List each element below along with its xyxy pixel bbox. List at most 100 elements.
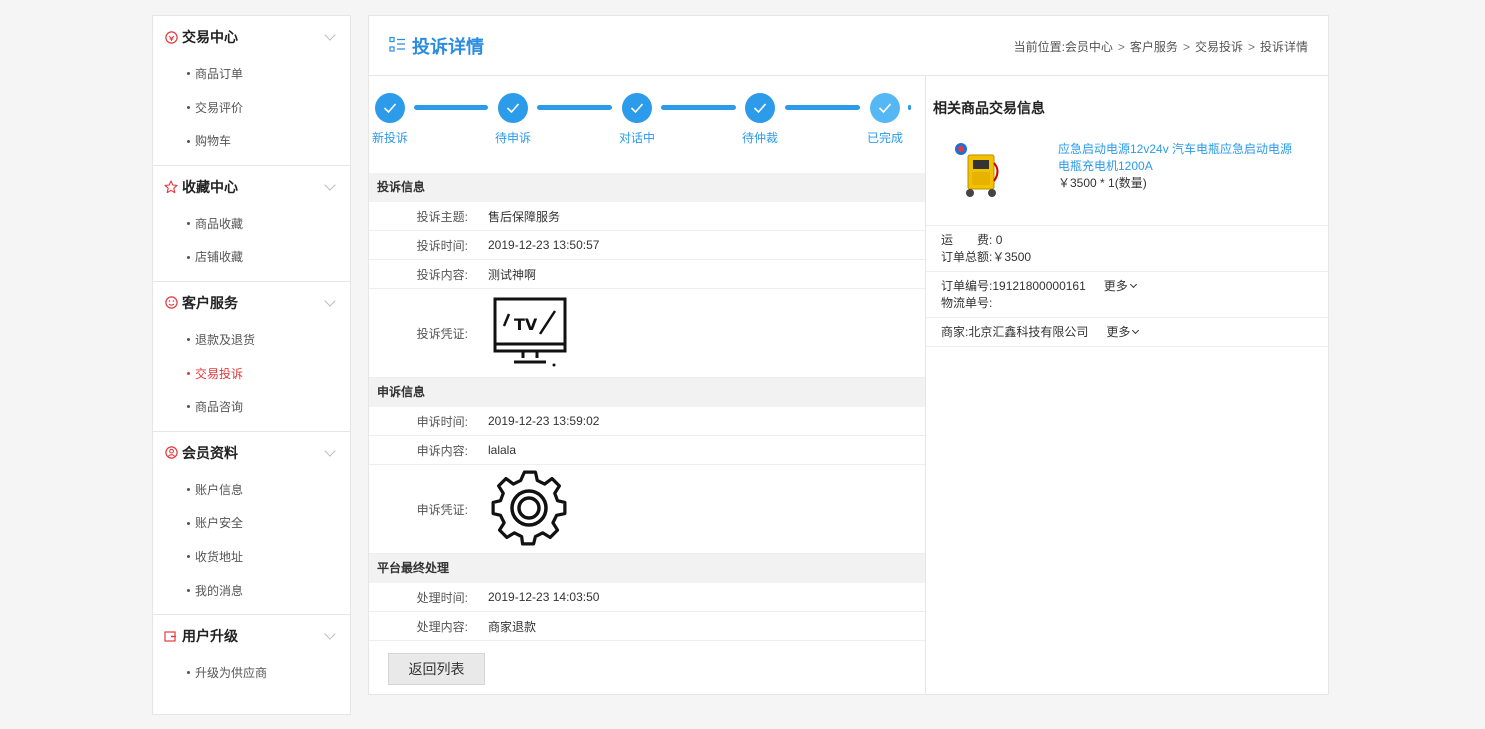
sidebar-item-reviews[interactable]: 交易评价 — [153, 92, 350, 126]
product-card: 应急启动电源12v24v 汽车电瓶应急启动电源电瓶充电机1200A ￥3500 … — [926, 131, 1329, 226]
sidebar-group-trade: 交易中心 商品订单 交易评价 购物车 — [153, 16, 350, 166]
chevron-down-icon[interactable] — [324, 295, 336, 307]
sidebar-item-consult[interactable]: 商品咨询 — [153, 391, 350, 425]
sidebar-group-favorites: 收藏中心 商品收藏 店铺收藏 — [153, 166, 350, 282]
sidebar-group-header[interactable]: 交易中心 — [153, 16, 350, 58]
step-dialog[interactable]: 对话中 — [607, 93, 667, 146]
sidebar-item-account-info[interactable]: 账户信息 — [153, 474, 350, 508]
shipping-fee: 0 — [995, 233, 1003, 247]
step-done[interactable]: 已完成 — [855, 93, 915, 146]
section-final-title: 平台最终处理 — [369, 554, 925, 583]
chevron-down-icon[interactable] — [324, 179, 336, 191]
final-time-row: 处理时间: 2019-12-23 14:03:50 — [369, 583, 925, 612]
sidebar-item-product-favorites[interactable]: 商品收藏 — [153, 208, 350, 242]
step-connector — [785, 105, 860, 110]
sidebar-group-profile: 会员资料 账户信息 账户安全 收货地址 我的消息 — [153, 432, 350, 616]
related-title: 相关商品交易信息 — [933, 100, 1045, 116]
complaint-subject: 售后保障服务 — [488, 209, 561, 224]
user-icon — [164, 446, 178, 460]
sidebar-item-orders[interactable]: 商品订单 — [153, 58, 350, 92]
appeal-evidence-row: 申诉凭证: — [369, 465, 925, 554]
sidebar-group-service: 客户服务 退款及退货 交易投诉 商品咨询 — [153, 282, 350, 432]
sidebar-item-upgrade-supplier[interactable]: 升级为供应商 — [153, 657, 350, 691]
tv-icon[interactable]: TV — [492, 294, 568, 373]
main-header: 投诉详情 当前位置:会员中心 > 客户服务 > 交易投诉 > 投诉详情 — [369, 16, 1328, 76]
section-appeal-title: 申诉信息 — [369, 378, 925, 407]
step-connector — [537, 105, 612, 110]
gear-icon[interactable] — [489, 468, 569, 551]
complaint-evidence-row: 投诉凭证: TV — [369, 289, 925, 378]
sidebar-item-account-security[interactable]: 账户安全 — [153, 507, 350, 541]
sidebar-group-title: 收藏中心 — [182, 178, 238, 195]
sidebar-group-header[interactable]: 客户服务 — [153, 282, 350, 324]
sidebar-item-messages[interactable]: 我的消息 — [153, 575, 350, 609]
list-detail-icon — [389, 36, 406, 56]
sidebar: 交易中心 商品订单 交易评价 购物车 收藏中心 商品收藏 店铺收藏 客户服务 退… — [152, 15, 351, 715]
order-total: ￥3500 — [992, 250, 1032, 264]
final-content-row: 处理内容: 商家退款 — [369, 612, 925, 641]
complaint-subject-row: 投诉主题: 售后保障服务 — [369, 202, 925, 231]
product-image[interactable] — [954, 141, 1004, 197]
breadcrumb-item: 投诉详情 — [1259, 40, 1308, 54]
sidebar-group-header[interactable]: 会员资料 — [153, 432, 350, 474]
check-icon — [622, 93, 652, 123]
step-new[interactable]: 新投诉 — [360, 93, 420, 146]
smile-icon — [164, 296, 178, 310]
sidebar-item-shop-favorites[interactable]: 店铺收藏 — [153, 241, 350, 275]
back-to-list-button[interactable]: 返回列表 — [388, 653, 485, 685]
main-panel: 投诉详情 当前位置:会员中心 > 客户服务 > 交易投诉 > 投诉详情 新投诉 待申诉 对话… — [368, 15, 1329, 695]
breadcrumb-item[interactable]: 客户服务 — [1130, 40, 1178, 54]
complaint-content-row: 投诉内容: 测试神啊 — [369, 260, 925, 289]
sidebar-group-title: 会员资料 — [182, 444, 238, 461]
breadcrumb: 当前位置:会员中心 > 客户服务 > 交易投诉 > 投诉详情 — [1013, 40, 1308, 54]
chevron-down-icon — [1132, 326, 1140, 335]
product-price: ￥3500 * 1(数量) — [1058, 176, 1147, 190]
sidebar-group-header[interactable]: 收藏中心 — [153, 166, 350, 208]
appeal-time: 2019-12-23 13:59:02 — [488, 414, 600, 428]
complaint-time: 2019-12-23 13:50:57 — [488, 238, 600, 252]
appeal-content: lalala — [488, 443, 517, 457]
sidebar-group-title: 交易中心 — [182, 29, 238, 45]
section-complaint-title: 投诉信息 — [369, 173, 925, 202]
breadcrumb-item[interactable]: 当前位置:会员中心 — [1014, 40, 1113, 54]
breadcrumb-item[interactable]: 交易投诉 — [1195, 40, 1243, 54]
chevron-down-icon — [1129, 280, 1137, 289]
star-icon — [164, 180, 178, 194]
order-amounts: 运 费: 0 订单总额:￥3500 — [926, 226, 1329, 272]
sidebar-item-address[interactable]: 收货地址 — [153, 541, 350, 575]
step-pending-appeal[interactable]: 待申诉 — [483, 93, 543, 146]
sidebar-group-title: 用户升级 — [182, 628, 238, 645]
order-more-toggle[interactable]: 更多 — [1104, 279, 1137, 293]
product-name-link[interactable]: 应急启动电源12v24v 汽车电瓶应急启动电源电瓶充电机1200A — [1058, 141, 1298, 175]
merchant-more-toggle[interactable]: 更多 — [1106, 325, 1140, 339]
step-arbitration[interactable]: 待仲裁 — [730, 93, 790, 146]
page-title: 投诉详情 — [412, 36, 484, 57]
chevron-down-icon[interactable] — [324, 29, 336, 41]
appeal-content-row: 申诉内容: lalala — [369, 436, 925, 465]
step-connector — [414, 105, 488, 110]
sidebar-group-upgrade: 用户升级 升级为供应商 — [153, 615, 350, 697]
complaint-time-row: 投诉时间: 2019-12-23 13:50:57 — [369, 231, 925, 260]
sidebar-item-refund[interactable]: 退款及退货 — [153, 324, 350, 358]
step-connector — [661, 105, 736, 110]
check-icon — [745, 93, 775, 123]
sidebar-group-title: 客户服务 — [182, 294, 238, 311]
trade-icon — [164, 30, 178, 44]
merchant-name: 北京汇鑫科技有限公司 — [968, 325, 1089, 339]
check-icon — [870, 93, 900, 123]
svg-text:TV: TV — [514, 315, 538, 334]
sidebar-group-header[interactable]: 用户升级 — [153, 615, 350, 657]
order-number: 19121800000161 — [992, 279, 1086, 293]
complaint-detail: 新投诉 待申诉 对话中 待仲裁 已完成 投诉信息 投诉主题: 售后保障服务 投诉… — [369, 76, 926, 695]
check-icon — [375, 93, 405, 123]
final-time: 2019-12-23 14:03:50 — [488, 590, 600, 604]
upgrade-icon — [164, 629, 178, 643]
chevron-down-icon[interactable] — [324, 445, 336, 457]
related-info: 相关商品交易信息 应急启动电源12v24v 汽车电瓶应急启动电源电瓶充电机120… — [926, 76, 1329, 695]
merchant-row: 商家:北京汇鑫科技有限公司 更多 — [926, 318, 1329, 347]
sidebar-item-complaints[interactable]: 交易投诉 — [153, 358, 350, 392]
complaint-content: 测试神啊 — [488, 267, 537, 282]
chevron-down-icon[interactable] — [324, 628, 336, 640]
order-numbers: 订单编号:19121800000161 更多 物流单号: — [926, 272, 1329, 318]
sidebar-item-cart[interactable]: 购物车 — [153, 125, 350, 159]
